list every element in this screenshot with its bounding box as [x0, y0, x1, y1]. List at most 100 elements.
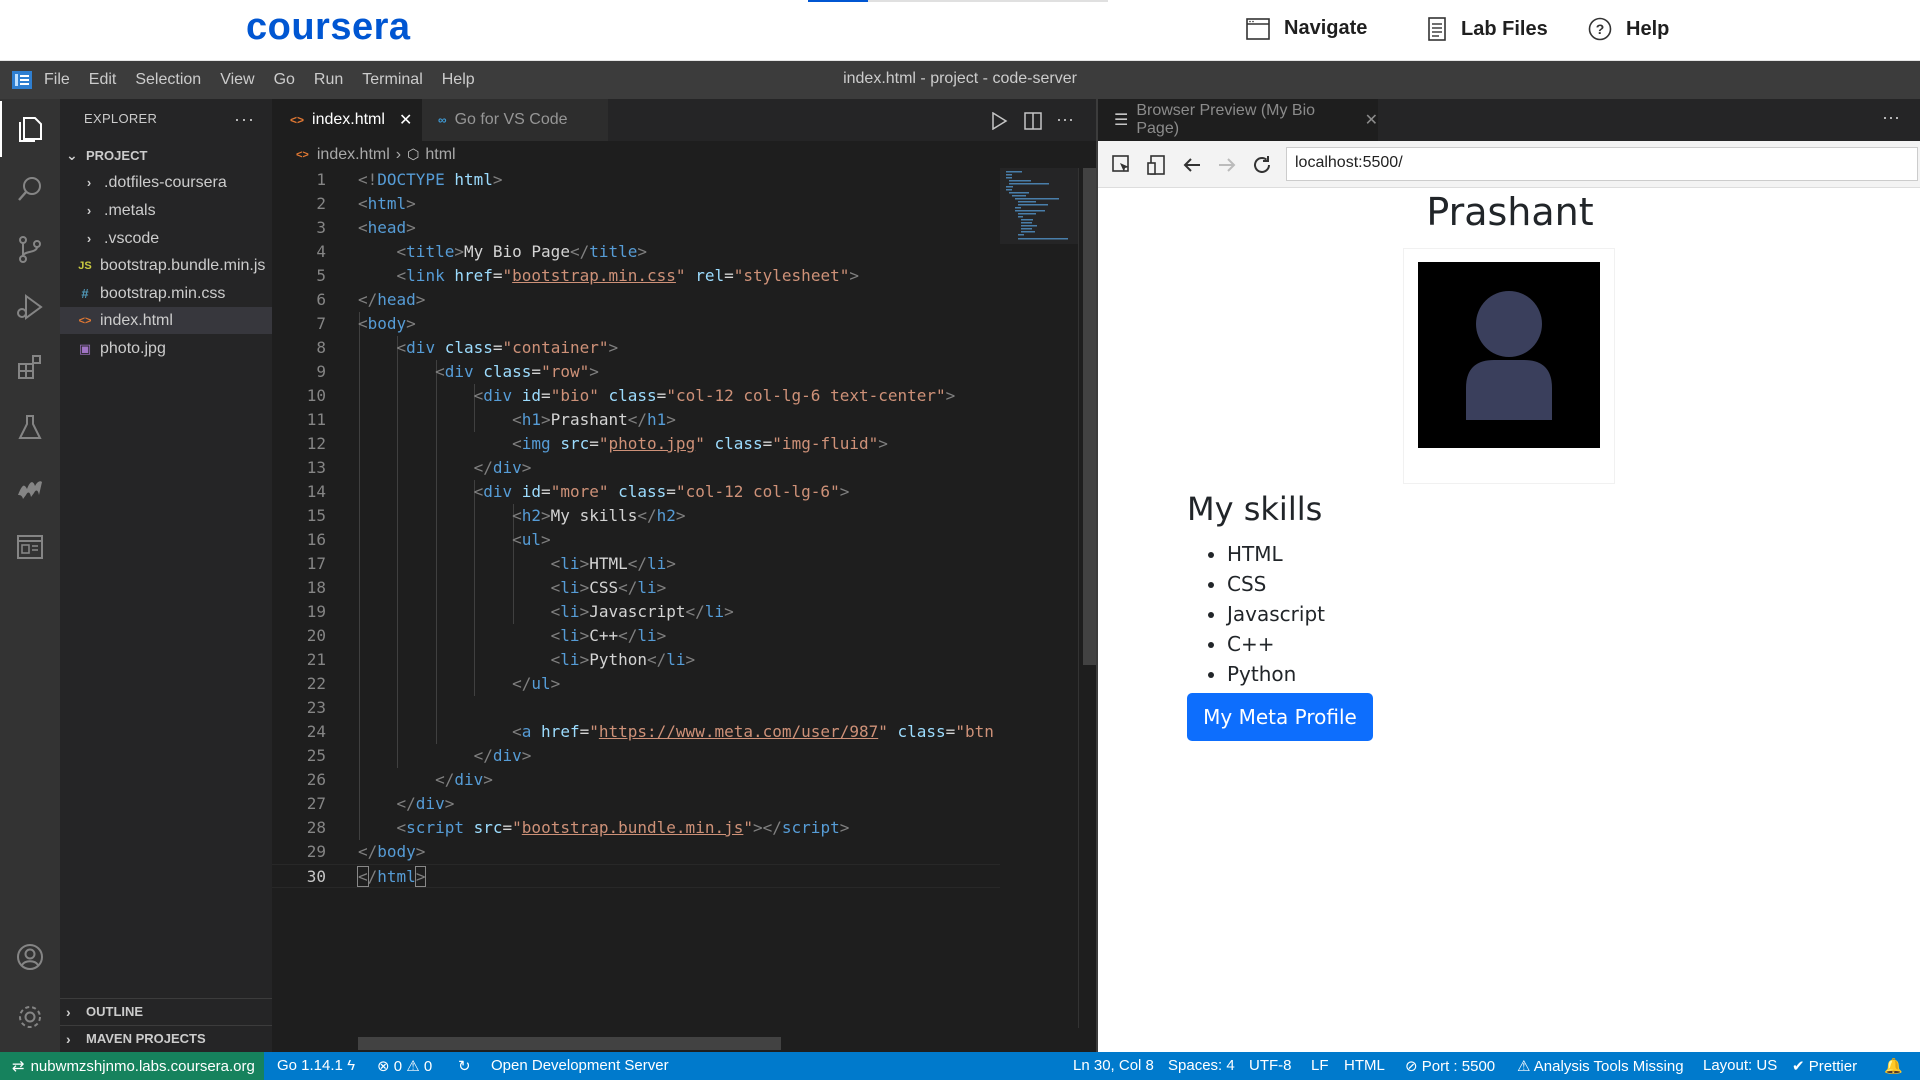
breadcrumb-file[interactable]: index.html: [317, 146, 390, 164]
lab-files-button[interactable]: Lab Files: [1427, 17, 1548, 41]
list-item: C++: [1227, 629, 1325, 659]
language-mode-status[interactable]: HTML: [1344, 1057, 1385, 1074]
menu-bar: File Edit Selection View Go Run Terminal…: [0, 61, 1920, 99]
back-arrow-icon[interactable]: [1180, 153, 1204, 177]
manage-activity[interactable]: [0, 989, 60, 1045]
split-editor-icon[interactable]: [1024, 112, 1042, 130]
preview-more-actions-icon[interactable]: ···: [1882, 107, 1900, 128]
explorer-activity[interactable]: [0, 101, 60, 157]
code-line: 6 </head>: [316, 290, 426, 309]
close-icon[interactable]: ✕: [399, 110, 412, 130]
editor-horizontal-scrollbar[interactable]: [358, 1037, 781, 1050]
menu-edit[interactable]: Edit: [89, 71, 117, 89]
run-icon[interactable]: [990, 112, 1008, 130]
profile-photo: [1403, 248, 1615, 484]
menu-view[interactable]: View: [220, 71, 254, 89]
tree-folder-vscode[interactable]: › .vscode: [60, 225, 272, 252]
run-debug-activity[interactable]: [0, 279, 60, 335]
browser-preview-activity[interactable]: [0, 519, 60, 575]
device-toggle-icon[interactable]: [1145, 153, 1169, 177]
menu-file[interactable]: File: [44, 71, 70, 89]
problems-status[interactable]: ⊗ 0 ⚠ 0: [377, 1057, 432, 1075]
tab-index-html[interactable]: <> index.html ✕: [272, 99, 422, 141]
metals-activity[interactable]: [0, 459, 60, 515]
breadcrumb-node[interactable]: html: [425, 146, 455, 164]
outline-section-header[interactable]: › OUTLINE: [60, 998, 272, 1024]
menu-terminal[interactable]: Terminal: [362, 71, 422, 89]
code-line: 11 <h1>Prashant</h1>: [306, 410, 676, 429]
forward-arrow-icon[interactable]: [1215, 153, 1239, 177]
tree-folder-dotfiles[interactable]: › .dotfiles-coursera: [60, 169, 272, 196]
editor-vertical-scrollbar[interactable]: [1078, 168, 1097, 1028]
extensions-activity[interactable]: [0, 339, 60, 395]
tree-file-index-html[interactable]: <> index.html: [60, 307, 272, 334]
keyboard-layout-status[interactable]: Layout: US: [1703, 1057, 1777, 1074]
svg-text:?: ?: [1596, 21, 1605, 37]
code-area[interactable]: 1 <!DOCTYPE html> 2 <html> 3 <head> 4 <titl…: [272, 168, 1000, 1028]
tree-file-bootstrap-css[interactable]: # bootstrap.min.css: [60, 280, 272, 307]
lightning-icon: ϟ: [347, 1057, 356, 1074]
inspect-element-icon[interactable]: [1110, 153, 1134, 177]
navigate-button[interactable]: Navigate: [1246, 17, 1367, 40]
source-control-icon: [19, 236, 41, 263]
code-line: 19 <li>Javascript</li>: [306, 602, 734, 621]
remote-host-indicator[interactable]: ⇄ nubwmzshjnmo.labs.coursera.org: [0, 1052, 264, 1080]
lab-progress-fill: [808, 0, 868, 2]
eol-status[interactable]: LF: [1311, 1057, 1329, 1074]
chevron-right-icon: ›: [86, 175, 92, 190]
source-control-activity[interactable]: [0, 221, 60, 277]
meta-profile-button[interactable]: My Meta Profile: [1187, 693, 1373, 741]
go-extension-icon: ∞: [438, 113, 447, 127]
menu-run[interactable]: Run: [314, 71, 343, 89]
explorer-more-button[interactable]: ···: [234, 109, 255, 130]
search-activity[interactable]: [0, 161, 60, 217]
encoding-status[interactable]: UTF-8: [1249, 1057, 1292, 1074]
browser-preview-icon: [17, 535, 43, 559]
port-status[interactable]: ⊘ Port : 5500: [1405, 1057, 1495, 1075]
accounts-activity[interactable]: [0, 929, 60, 985]
tree-folder-metals[interactable]: › .metals: [60, 197, 272, 224]
prettier-status[interactable]: ✔ Prettier: [1792, 1057, 1857, 1075]
reload-icon[interactable]: [1250, 153, 1274, 177]
code-server-logo-icon[interactable]: [12, 71, 32, 89]
open-dev-server-status[interactable]: Open Development Server: [491, 1057, 669, 1074]
code-line: 29 </body>: [306, 842, 426, 861]
scrollbar-thumb[interactable]: [1083, 168, 1097, 665]
menu-go[interactable]: Go: [274, 71, 295, 89]
minimap[interactable]: [1000, 168, 1078, 244]
close-icon[interactable]: ✕: [1365, 110, 1378, 130]
css-file-icon: #: [81, 286, 89, 301]
testing-activity[interactable]: [0, 399, 60, 455]
tree-file-bootstrap-js[interactable]: JS bootstrap.bundle.min.js: [60, 252, 272, 279]
project-section-header[interactable]: ⌄ PROJECT: [60, 142, 272, 168]
extensions-icon: [18, 355, 41, 379]
tab-go-for-vscode[interactable]: ∞ Go for VS Code: [422, 99, 608, 141]
tab-browser-preview[interactable]: ☰ Browser Preview (My Bio Page) ✕: [1098, 99, 1378, 141]
code-line: 27 </div>: [306, 794, 455, 813]
help-button[interactable]: ? Help: [1588, 17, 1669, 41]
editor-more-actions-icon[interactable]: ···: [1056, 109, 1074, 130]
notifications-bell-icon[interactable]: 🔔: [1884, 1057, 1903, 1075]
code-line: 18 <li>CSS</li>: [306, 578, 667, 597]
code-line: 26 </div>: [306, 770, 493, 789]
maven-label: MAVEN PROJECTS: [86, 1031, 206, 1046]
status-bar: ⇄ nubwmzshjnmo.labs.coursera.org Go 1.14…: [0, 1052, 1920, 1080]
url-input[interactable]: localhost:5500/: [1286, 147, 1918, 181]
tree-file-photo[interactable]: ▣ photo.jpg: [60, 335, 272, 362]
gear-icon: [19, 1006, 41, 1028]
indentation-status[interactable]: Spaces: 4: [1168, 1057, 1235, 1074]
code-line: 1 <!DOCTYPE html>: [316, 170, 503, 189]
menu-help[interactable]: Help: [442, 71, 475, 89]
sync-icon[interactable]: ↻: [458, 1057, 471, 1075]
code-line: 22 </ul>: [306, 674, 561, 693]
minimap-preview: [1006, 171, 1068, 240]
go-version-status[interactable]: Go 1.14.1 ϟ: [277, 1057, 355, 1074]
code-line: 28 <script src="bootstrap.bundle.min.js"…: [306, 818, 850, 837]
cursor-position-status[interactable]: Ln 30, Col 8: [1073, 1057, 1154, 1074]
menu-selection[interactable]: Selection: [135, 71, 201, 89]
maven-section-header[interactable]: › MAVEN PROJECTS: [60, 1025, 272, 1051]
coursera-logo[interactable]: coursera: [246, 6, 411, 49]
analysis-tools-status[interactable]: ⚠ Analysis Tools Missing: [1517, 1057, 1684, 1075]
html-file-icon: <>: [290, 113, 305, 127]
tree-item-label: .metals: [104, 201, 156, 219]
